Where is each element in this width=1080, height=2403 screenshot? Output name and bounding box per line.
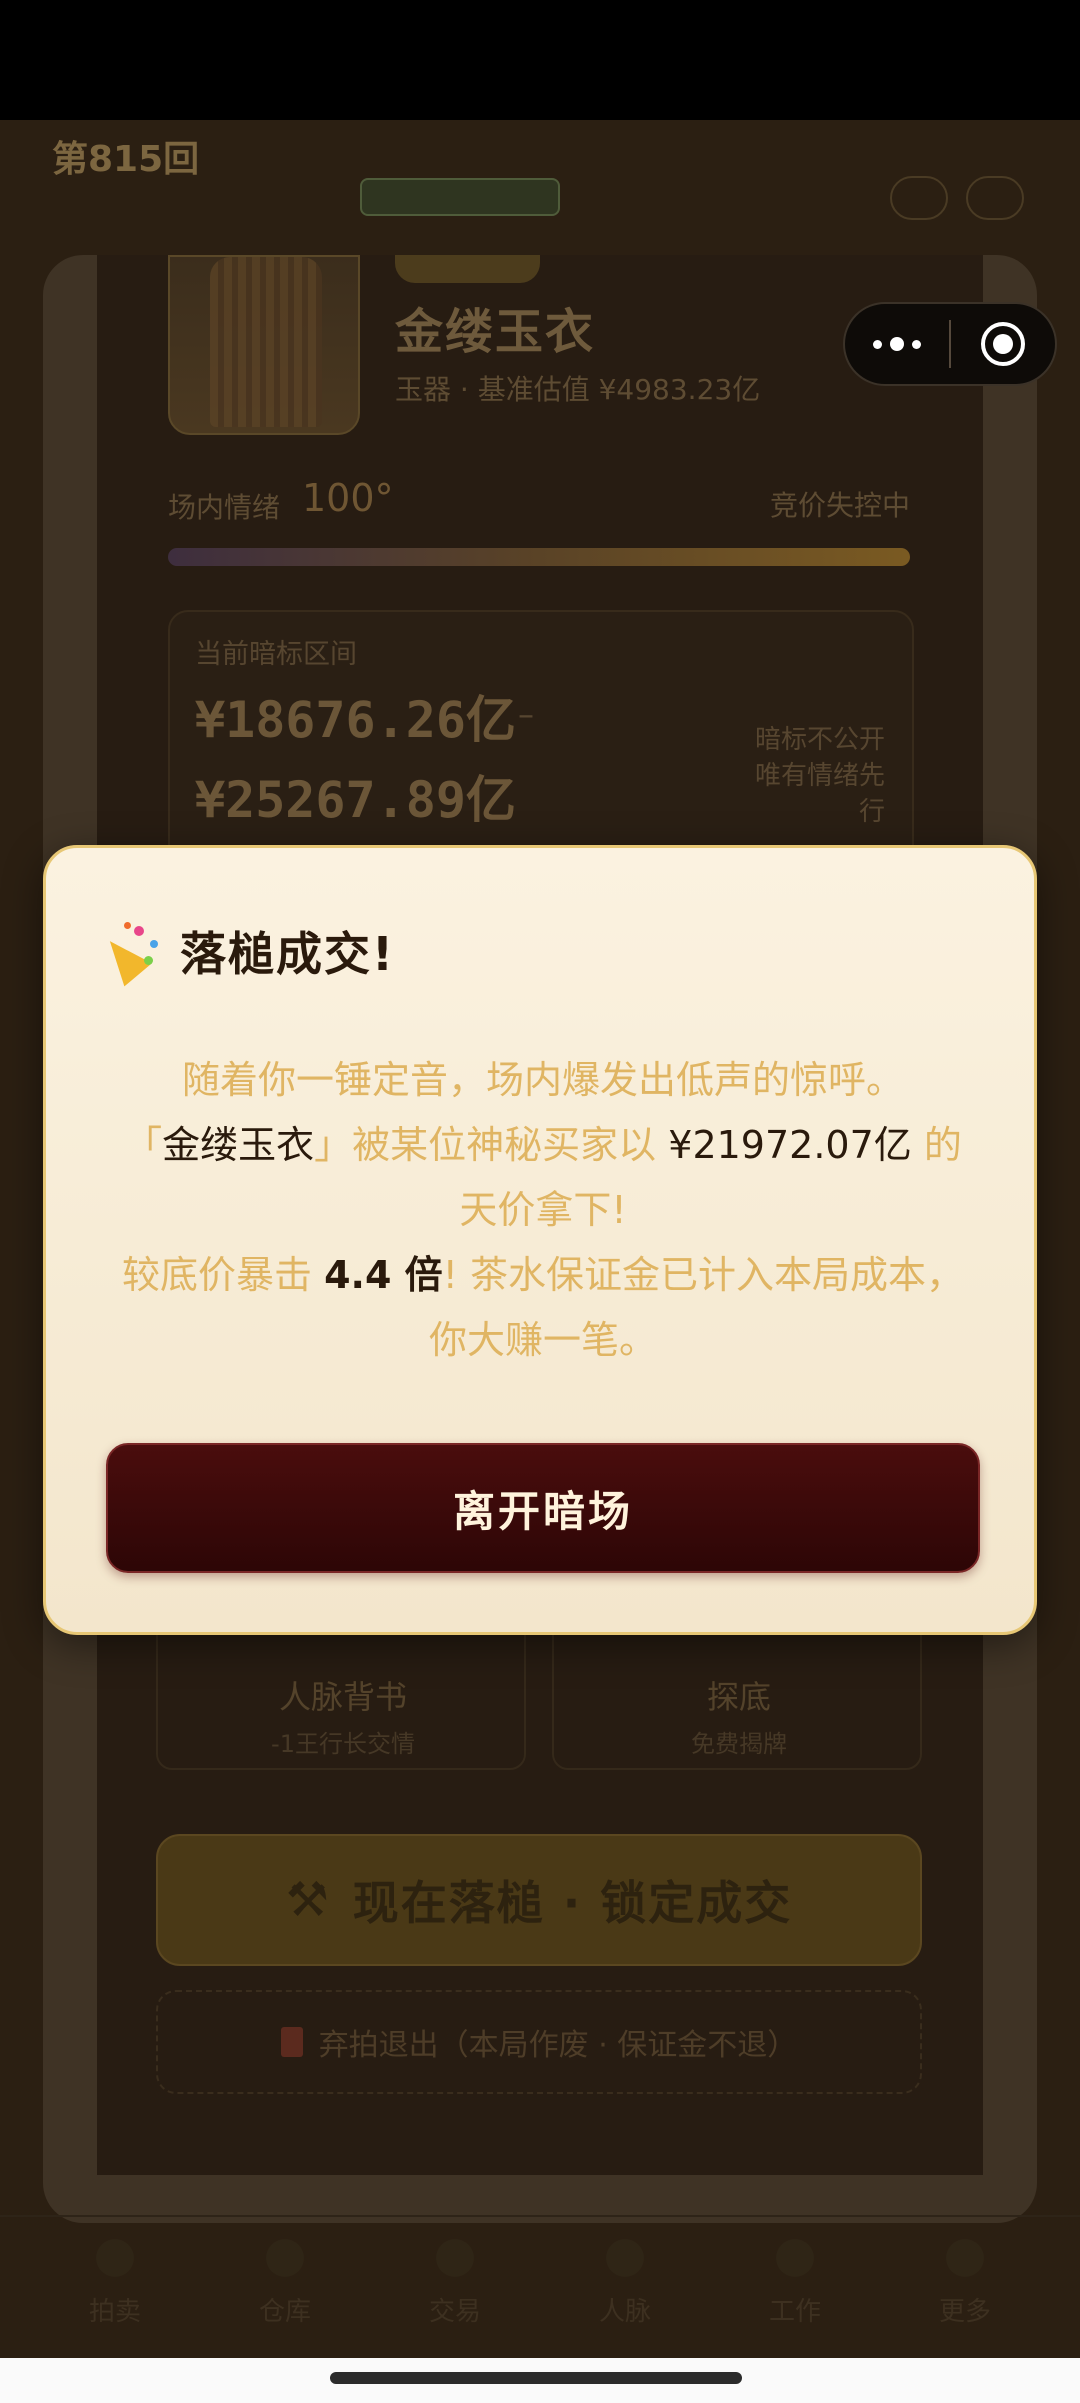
- tab-icon: [606, 2239, 644, 2277]
- bottom-tab-bar: 拍卖 仓库 交易 人脉 工作 更多: [0, 2215, 1080, 2355]
- item-tag: [395, 255, 540, 283]
- dot: [873, 339, 882, 349]
- tab-work[interactable]: 工作: [730, 2239, 860, 2328]
- skill-subtitle: 免费揭牌: [691, 1730, 787, 1758]
- tab-label: 人脉: [598, 2297, 651, 2327]
- line4-post: ! 茶水保证金已计入本局成本，你大赚一笔。: [428, 1253, 964, 1362]
- confetti: [124, 922, 131, 929]
- item-name-highlight: 金缕玉衣: [162, 1123, 315, 1167]
- party-popper-icon: [96, 922, 162, 987]
- gavel-confirm-button[interactable]: ⚒ 现在落槌 · 锁定成交: [156, 1834, 922, 1966]
- quit-auction-button[interactable]: 弃拍退出（本局作废 · 保证金不退）: [156, 1990, 922, 2094]
- modal-message: 随着你一锤定音，场内爆发出低声的惊呼。 「金缕玉衣」被某位神秘买家以 ¥2197…: [106, 1048, 980, 1373]
- jade-suit-image: [210, 257, 322, 427]
- dot: [912, 339, 921, 349]
- mood-state: 竞价失控中: [769, 489, 910, 522]
- target-ring: [980, 322, 1025, 366]
- skill-subtitle: -1王行长交情: [271, 1730, 415, 1758]
- screen: 第815回 金缕玉衣 玉器 · 基准估值 ¥4983.23亿 场内情绪 100°…: [0, 0, 1080, 2403]
- item-name: 金缕玉衣: [395, 304, 596, 360]
- header-circle-button[interactable]: [890, 176, 948, 220]
- more-dots-icon[interactable]: [845, 302, 949, 386]
- bid-range-note: 暗标不公开 唯有情绪先行: [754, 725, 885, 827]
- tab-warehouse[interactable]: 仓库: [220, 2239, 350, 2328]
- gavel-button-label: 现在落槌 · 锁定成交: [352, 1876, 793, 1930]
- multiplier: 4.4 倍: [324, 1253, 443, 1297]
- skill-title: 人脉背书: [278, 1678, 407, 1716]
- bid-range-dash: –: [518, 695, 534, 733]
- tail-text: 的: [923, 1123, 962, 1167]
- bid-range-label: 当前暗标区间: [195, 639, 357, 670]
- leave-button-label: 离开暗场: [452, 1486, 633, 1536]
- header-circle-button[interactable]: [966, 176, 1024, 220]
- target-core: [992, 334, 1013, 354]
- door-icon: [280, 2027, 303, 2057]
- confetti: [144, 956, 153, 965]
- tab-label: 工作: [768, 2297, 821, 2327]
- final-price: ¥21972.07亿: [668, 1123, 912, 1167]
- tab-icon: [776, 2239, 814, 2277]
- message-line-4: 较底价暴击 4.4 倍! 茶水保证金已计入本局成本，你大赚一笔。: [106, 1243, 980, 1373]
- tab-label: 拍卖: [88, 2297, 141, 2327]
- item-thumbnail: [168, 255, 360, 435]
- deal-success-modal: 落槌成交! 随着你一锤定音，场内爆发出低声的惊呼。 「金缕玉衣」被某位神秘买家以…: [43, 845, 1037, 1635]
- tab-more[interactable]: 更多: [900, 2239, 1030, 2328]
- bid-range-low: ¥18676.26亿: [195, 691, 516, 749]
- tab-network[interactable]: 人脉: [560, 2239, 690, 2328]
- bid-range-high: ¥25267.89亿: [195, 771, 516, 829]
- modal-title-row: 落槌成交!: [96, 918, 395, 987]
- message-line-3: 天价拿下!: [459, 1188, 627, 1232]
- background-header: 第815回: [0, 120, 1080, 270]
- line4-pre: 较底价暴击: [122, 1253, 313, 1297]
- mood-label: 场内情绪: [168, 491, 281, 524]
- message-line-2: 「金缕玉衣」被某位神秘买家以 ¥21972.07亿 的: [106, 1113, 980, 1178]
- tab-icon: [946, 2239, 984, 2277]
- status-pill: [360, 178, 560, 216]
- confetti: [134, 926, 144, 936]
- modal-title: 落槌成交!: [180, 927, 395, 981]
- hammer-icon: ⚒: [285, 1872, 329, 1928]
- quote-open: 「: [124, 1123, 163, 1167]
- tab-label: 仓库: [258, 2297, 311, 2327]
- tab-icon: [266, 2239, 304, 2277]
- status-bar: [0, 0, 1080, 120]
- skill-title: 探底: [706, 1678, 771, 1716]
- mood-progress-bar: [168, 548, 910, 566]
- mood-value: 100°: [302, 476, 394, 520]
- tab-trade[interactable]: 交易: [390, 2239, 520, 2328]
- home-indicator[interactable]: [330, 2372, 742, 2384]
- quote-close: 」被某位神秘买家以: [314, 1123, 657, 1167]
- target-icon[interactable]: [951, 302, 1055, 386]
- round-title: 第815回: [52, 139, 200, 180]
- miniprogram-capsule: [843, 302, 1057, 386]
- leave-room-button[interactable]: 离开暗场: [106, 1443, 980, 1573]
- confetti: [150, 940, 158, 948]
- tab-icon: [436, 2239, 474, 2277]
- quit-button-label: 弃拍退出（本局作废 · 保证金不退）: [318, 2028, 798, 2063]
- tab-label: 交易: [428, 2297, 481, 2327]
- message-line-1: 随着你一锤定音，场内爆发出低声的惊呼。: [181, 1058, 904, 1102]
- tab-auction[interactable]: 拍卖: [50, 2239, 180, 2328]
- item-subtitle: 玉器 · 基准估值 ¥4983.23亿: [395, 373, 761, 406]
- dot: [890, 337, 904, 351]
- tab-label: 更多: [938, 2297, 991, 2327]
- tab-icon: [96, 2239, 134, 2277]
